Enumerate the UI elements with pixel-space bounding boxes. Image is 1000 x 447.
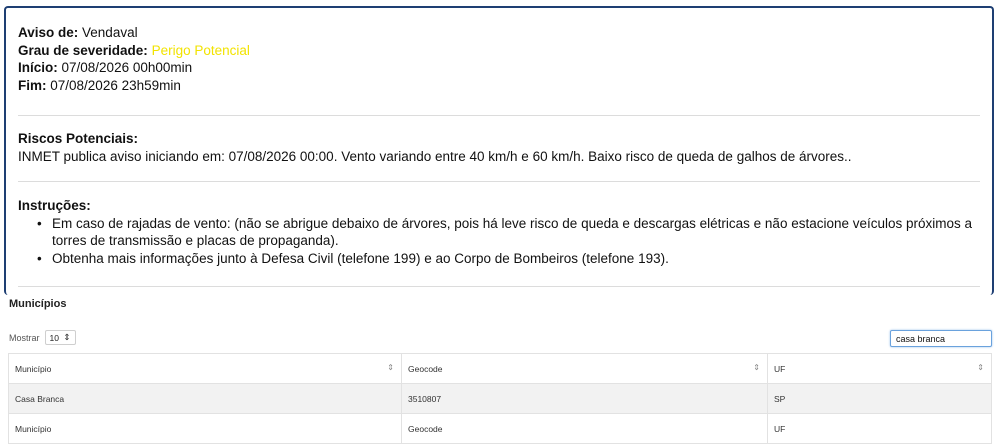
event-line: Aviso de: Vendaval [18,24,980,42]
risks-text: INMET publica aviso iniciando em: 07/08/… [18,148,852,164]
end-line: Fim: 07/08/2026 23h59min [18,77,980,95]
instructions-section: Instruções: Em caso de rajadas de vento:… [18,197,980,267]
cell-uf: SP [767,383,992,414]
search-input[interactable] [890,330,992,347]
footer-uf: UF [767,413,992,444]
cell-municipio: Casa Branca [8,383,402,414]
column-header-municipio[interactable]: Município ⇕ [8,353,402,384]
instructions-title: Instruções: [18,198,91,213]
length-value: 10 [49,332,59,343]
end-label: Fim: [18,77,47,93]
length-control: Mostrar 10 ⇕ [9,330,76,345]
length-label: Mostrar [9,332,40,343]
municipios-title: Municípios [9,298,67,310]
risks-section: Riscos Potenciais: INMET publica aviso i… [18,130,980,165]
select-arrows-icon: ⇕ [63,332,71,342]
instructions-list: Em caso de rajadas de vento: (não se abr… [18,215,980,268]
risks-title: Riscos Potenciais: [18,131,139,146]
column-header-geocode[interactable]: Geocode ⇕ [401,353,768,384]
footer-municipio: Município [8,413,402,444]
length-select[interactable]: 10 ⇕ [44,330,76,345]
start-value: 07/08/2026 00h00min [61,60,193,75]
footer-geocode: Geocode [401,413,768,444]
severity-value: Perigo Potencial [151,42,250,58]
sort-icon: ⇕ [387,363,394,372]
column-header-uf[interactable]: UF ⇕ [767,353,992,384]
instruction-item: Obtenha mais informações junto à Defesa … [18,250,980,268]
sort-icon: ⇕ [977,363,984,372]
event-value: Vendaval [82,25,138,40]
table-header-row: Município ⇕ Geocode ⇕ UF ⇕ [8,353,992,384]
table-row: Casa Branca 3510807 SP [8,383,992,414]
instruction-item: Em caso de rajadas de vento: (não se abr… [18,215,980,250]
end-value: 07/08/2026 23h59min [50,77,181,93]
alert-header: Aviso de: Vendaval Grau de severidade: P… [18,24,980,94]
municipios-table: Município ⇕ Geocode ⇕ UF ⇕ Casa Branca 3510… [8,353,992,444]
table-footer-row: Município Geocode UF [8,413,992,444]
alert-panel: Aviso de: Vendaval Grau de severidade: P… [4,6,994,295]
sort-icon: ⇕ [753,363,760,372]
start-line: Início: 07/08/2026 00h00min [18,59,980,77]
separator [18,115,980,116]
severity-label: Grau de severidade: [18,42,148,58]
start-label: Início: [18,60,58,75]
severity-line: Grau de severidade: Perigo Potencial [18,42,980,60]
separator [18,286,980,287]
cell-geocode: 3510807 [401,383,768,414]
separator [18,181,980,182]
event-label: Aviso de: [18,25,79,40]
